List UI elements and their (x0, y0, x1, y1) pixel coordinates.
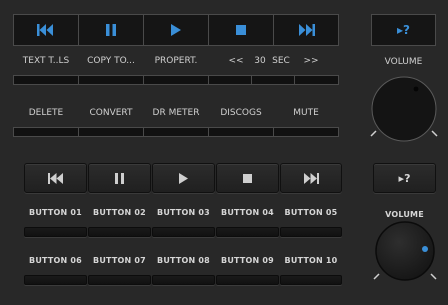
button-05[interactable] (280, 227, 342, 237)
help-button[interactable]: ▸? (371, 14, 436, 46)
stop-icon (243, 173, 252, 183)
button-02[interactable] (88, 227, 151, 237)
help-button-label: ▸? (398, 171, 411, 185)
help-button-2[interactable]: ▸? (373, 163, 436, 193)
button-05-label: BUTTON 05 (284, 207, 338, 217)
skip-forward-button[interactable] (294, 75, 339, 85)
button-03[interactable] (152, 227, 215, 237)
skip-seconds-value: 30 (254, 56, 266, 66)
help-button-label: ▸? (397, 23, 410, 37)
volume-label-2: VOLUME (385, 209, 424, 219)
volume-knob[interactable] (367, 76, 441, 142)
button-09[interactable] (216, 275, 279, 285)
delete-button[interactable] (13, 127, 79, 137)
copy-to-button[interactable] (78, 75, 144, 85)
button-02-label: BUTTON 02 (93, 207, 146, 217)
volume-label: VOLUME (384, 57, 423, 67)
skip-back-label[interactable]: << (228, 54, 244, 68)
skip-back-icon (37, 24, 53, 36)
button-07[interactable] (88, 275, 151, 285)
discogs-button[interactable] (208, 127, 274, 137)
convert-label: CONVERT (89, 108, 133, 118)
button-07-label: BUTTON 07 (93, 255, 146, 265)
properties-button[interactable] (143, 75, 209, 85)
button-03-label: BUTTON 03 (157, 207, 210, 217)
button-08[interactable] (152, 275, 215, 285)
dr-meter-label: DR METER (152, 108, 200, 118)
dr-meter-button[interactable] (143, 127, 209, 137)
properties-label: PROPERT. (154, 56, 198, 66)
volume-knob-2[interactable] (368, 220, 442, 286)
button-06-label: BUTTON 06 (29, 255, 82, 265)
button-04-label: BUTTON 04 (221, 207, 274, 217)
next-button-2[interactable] (280, 163, 342, 193)
button-09-label: BUTTON 09 (221, 255, 274, 265)
play-button-2[interactable] (152, 163, 215, 193)
skip-forward-icon (299, 24, 315, 36)
copy-to-label: COPY TO... (87, 56, 135, 66)
button-10-label: BUTTON 10 (284, 255, 338, 265)
skip-forward-label[interactable]: >> (302, 54, 320, 68)
delete-label: DELETE (28, 108, 64, 118)
button-01[interactable] (24, 227, 87, 237)
skip-seconds-field[interactable] (251, 75, 295, 85)
pause-icon (106, 24, 116, 36)
mute-label: MUTE (293, 108, 319, 118)
button-01-label: BUTTON 01 (29, 207, 82, 217)
skip-back-icon (47, 172, 63, 184)
text-tools-button[interactable] (13, 75, 79, 85)
button-10[interactable] (280, 275, 342, 285)
pause-button[interactable] (78, 14, 144, 46)
button-06[interactable] (24, 275, 87, 285)
mute-button[interactable] (273, 127, 339, 137)
previous-button-2[interactable] (24, 163, 87, 193)
pause-button-2[interactable] (88, 163, 151, 193)
play-button[interactable] (143, 14, 209, 46)
convert-button[interactable] (78, 127, 144, 137)
previous-button[interactable] (13, 14, 79, 46)
button-04[interactable] (216, 227, 279, 237)
stop-button[interactable] (208, 14, 274, 46)
pause-icon (115, 172, 124, 184)
text-tools-label: TEXT T..LS (22, 56, 70, 66)
discogs-label: DISCOGS (220, 108, 262, 118)
next-button[interactable] (273, 14, 339, 46)
skip-back-button[interactable] (208, 75, 252, 85)
skip-unit-label: SEC (272, 56, 290, 66)
play-icon (179, 172, 188, 184)
button-08-label: BUTTON 08 (157, 255, 210, 265)
stop-icon (236, 25, 246, 35)
skip-forward-icon (304, 172, 319, 184)
stop-button-2[interactable] (216, 163, 279, 193)
play-icon (171, 24, 181, 36)
